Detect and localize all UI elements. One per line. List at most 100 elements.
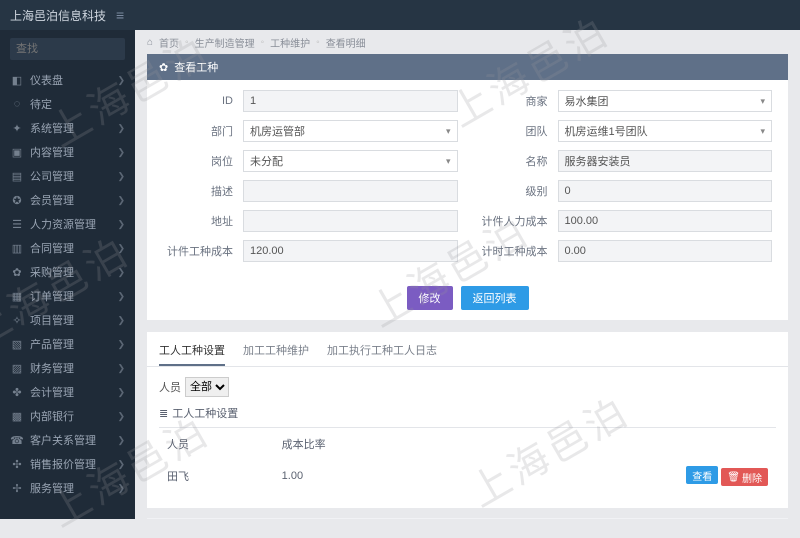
- nav-icon: ▩: [10, 410, 24, 423]
- cell-person: 田飞: [161, 460, 274, 492]
- gear-icon: ✿: [159, 61, 168, 74]
- field-addr: [243, 210, 458, 232]
- sidebar-item-1[interactable]: ◌待定: [0, 92, 135, 116]
- worker-table: 人员 成本比率 田飞 1.00 查看 🗑删除: [159, 427, 776, 494]
- sidebar-item-12[interactable]: ▨财务管理❯: [0, 356, 135, 380]
- brand-title: 上海邑泊信息科技: [10, 7, 106, 24]
- sidebar-item-8[interactable]: ✿采购管理❯: [0, 260, 135, 284]
- select-post[interactable]: 未分配 ▾: [243, 150, 458, 172]
- modify-button[interactable]: 修改: [407, 286, 453, 310]
- chevron-right-icon: ❯: [117, 75, 125, 86]
- tab-processing-type[interactable]: 加工工种维护: [243, 338, 309, 366]
- nav-label: 服务管理: [30, 480, 74, 496]
- col-cost-ratio: 成本比率: [276, 430, 462, 458]
- sidebar: ◧仪表盘❯◌待定✦系统管理❯▣内容管理❯▤公司管理❯✪会员管理❯☰人力资源管理❯…: [0, 30, 135, 519]
- chevron-right-icon: ❯: [117, 315, 125, 326]
- chevron-right-icon: ❯: [117, 291, 125, 302]
- chevron-right-icon: ❯: [117, 171, 125, 182]
- crumb-sep: ◦: [261, 37, 265, 48]
- chevron-right-icon: ❯: [117, 339, 125, 350]
- panel-header: ✿ 查看工种: [147, 54, 788, 80]
- field-id: 1: [243, 90, 458, 112]
- breadcrumb: ⌂ 首页 ◦ 生产制造管理 ◦ 工种维护 ◦ 查看明细: [135, 30, 800, 54]
- nav-label: 公司管理: [30, 168, 74, 184]
- field-piece-type: 120.00: [243, 240, 458, 262]
- nav-icon: ✿: [10, 266, 24, 279]
- label-addr: 地址: [163, 213, 243, 229]
- sidebar-item-14[interactable]: ▩ 内部银行 ❯: [0, 404, 135, 428]
- nav-label: 订单管理: [30, 288, 74, 304]
- select-merchant[interactable]: 易水集团 ▾: [558, 90, 773, 112]
- view-button[interactable]: 查看: [686, 466, 718, 484]
- back-button[interactable]: 返回列表: [461, 286, 529, 310]
- sidebar-item-4[interactable]: ▤公司管理❯: [0, 164, 135, 188]
- search-input[interactable]: [10, 38, 125, 60]
- sidebar-item-10[interactable]: ✧项目管理❯: [0, 308, 135, 332]
- sub-panel: 人员 全部 ≣ 工人工种设置 人员 成本比率 田飞 1.00 查看 🗑删除: [147, 367, 788, 508]
- home-icon: ⌂: [147, 37, 153, 48]
- tab-bar: 工人工种设置 加工工种维护 加工执行工种工人日志: [147, 332, 788, 367]
- sidebar-item-7[interactable]: ▥合同管理❯: [0, 236, 135, 260]
- select-team[interactable]: 机房运维1号团队 ▾: [558, 120, 773, 142]
- delete-button[interactable]: 🗑删除: [721, 468, 768, 486]
- chevron-right-icon: ❯: [117, 411, 125, 422]
- tab-worker-log[interactable]: 加工执行工种工人日志: [327, 338, 437, 366]
- col-person: 人员: [161, 430, 274, 458]
- chevron-right-icon: ❯: [117, 195, 125, 206]
- nav-icon: ✤: [10, 386, 24, 399]
- sidebar-item-3[interactable]: ▣内容管理❯: [0, 140, 135, 164]
- nav-label: 系统管理: [30, 120, 74, 136]
- main-content: ⌂ 首页 ◦ 生产制造管理 ◦ 工种维护 ◦ 查看明细 ✿ 查看工种 ID 1 …: [135, 30, 800, 519]
- nav-label: 仪表盘: [30, 72, 63, 88]
- nav-label: 项目管理: [30, 312, 74, 328]
- nav-label: 客户关系管理: [30, 432, 96, 448]
- nav-icon: ☎: [10, 434, 24, 447]
- chevron-right-icon: ❯: [117, 459, 125, 470]
- filter-select[interactable]: 全部: [185, 377, 229, 397]
- crumb-l1[interactable]: 生产制造管理: [195, 35, 255, 50]
- nav-label: 会员管理: [30, 192, 74, 208]
- crumb-l2[interactable]: 工种维护: [270, 35, 310, 50]
- filter-label: 人员: [159, 379, 181, 395]
- form-actions: 修改 返回列表: [147, 276, 788, 320]
- label-id: ID: [163, 95, 243, 107]
- sub-title: 工人工种设置: [172, 405, 238, 421]
- table-header-row: 人员 成本比率: [161, 430, 774, 458]
- chevron-right-icon: ❯: [117, 483, 125, 494]
- label-merchant: 商家: [478, 93, 558, 109]
- crumb-home[interactable]: 首页: [159, 35, 179, 50]
- nav-label: 产品管理: [30, 336, 74, 352]
- sidebar-item-15[interactable]: ☎客户关系管理❯: [0, 428, 135, 452]
- sidebar-item-11[interactable]: ▧产品管理❯: [0, 332, 135, 356]
- sidebar-item-5[interactable]: ✪会员管理❯: [0, 188, 135, 212]
- crumb-sep: ◦: [316, 37, 320, 48]
- field-time-type: 0.00: [558, 240, 773, 262]
- nav-icon: ✣: [10, 458, 24, 471]
- nav-icon: ◧: [10, 74, 24, 87]
- app-header: 上海邑泊信息科技 ≡: [0, 0, 800, 30]
- sidebar-item-6[interactable]: ☰人力资源管理❯: [0, 212, 135, 236]
- nav-icon: ◌: [10, 98, 24, 110]
- nav-label: 内部银行: [30, 408, 74, 424]
- menu-toggle-icon[interactable]: ≡: [116, 7, 124, 23]
- sidebar-item-13[interactable]: ✤会计管理❯: [0, 380, 135, 404]
- crumb-sep: ◦: [185, 37, 189, 48]
- nav-icon: ▣: [10, 146, 24, 159]
- nav-label: 销售报价管理: [30, 456, 96, 472]
- nav-icon: ▥: [10, 242, 24, 255]
- label-time-type: 计时工种成本: [478, 243, 558, 259]
- sidebar-item-9[interactable]: ▦订单管理❯: [0, 284, 135, 308]
- label-level: 级别: [478, 183, 558, 199]
- select-dept[interactable]: 机房运管部 ▾: [243, 120, 458, 142]
- chevron-right-icon: ❯: [117, 123, 125, 134]
- trash-icon: 🗑: [727, 472, 740, 483]
- nav-label: 会计管理: [30, 384, 74, 400]
- sidebar-item-16[interactable]: ✣ 销售报价管理 ❯: [0, 452, 135, 476]
- detail-form: ID 1 商家 易水集团 ▾ 部门 机房运管部 ▾ 团队: [147, 80, 788, 276]
- chevron-right-icon: ❯: [117, 243, 125, 254]
- sidebar-item-0[interactable]: ◧ 仪表盘 ❯: [0, 68, 135, 92]
- sidebar-item-2[interactable]: ✦系统管理❯: [0, 116, 135, 140]
- nav-icon: ☰: [10, 218, 24, 231]
- sidebar-item-17[interactable]: ✢服务管理❯: [0, 476, 135, 500]
- tab-worker-type-setting[interactable]: 工人工种设置: [159, 338, 225, 366]
